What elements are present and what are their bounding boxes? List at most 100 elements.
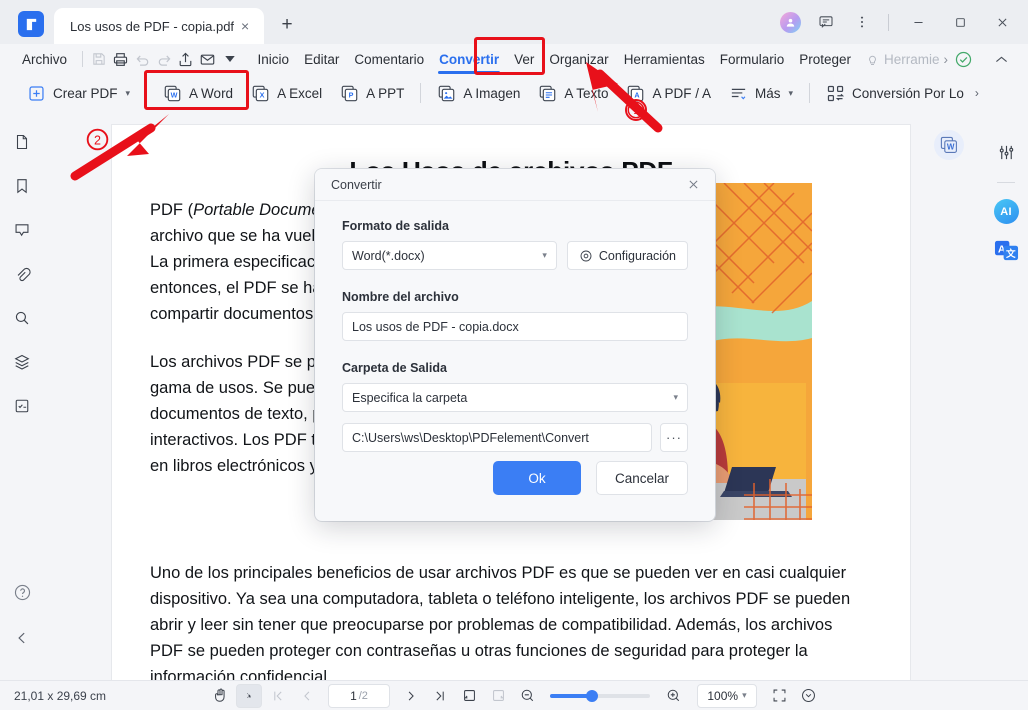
maximize-button[interactable] [940,5,980,39]
redo-icon[interactable] [153,47,175,71]
ribbon-label: A Excel [277,85,323,101]
help-circle-icon[interactable] [7,578,37,606]
close-icon[interactable] [681,173,705,197]
zoom-out-button[interactable] [514,684,540,708]
next-page-button[interactable] [398,684,424,708]
menu-item-tools-hint[interactable]: Herramie › [865,52,948,67]
output-format-value: Word(*.docx) [352,248,425,263]
output-path-input[interactable]: C:\Users\ws\Desktop\PDFelement\Convert [342,423,652,452]
prev-page-button[interactable] [294,684,320,708]
menu-item-organizar[interactable]: Organizar [542,49,615,70]
menu-item-editar[interactable]: Editar [297,49,346,70]
ok-button[interactable]: Ok [493,461,581,495]
ribbon-label: Más [755,85,781,101]
undo-icon[interactable] [131,47,153,71]
filename-label: Nombre del archivo [342,290,459,304]
facing-page-view-icon[interactable] [485,684,511,708]
window-close-button[interactable] [982,5,1022,39]
image-file-icon [437,84,456,103]
page-thumbnail-icon[interactable] [7,128,37,156]
menu-item-convertir[interactable]: Convertir [432,49,506,74]
menu-item-herramientas[interactable]: Herramientas [617,49,712,70]
zoom-slider[interactable] [550,689,650,702]
dialog-actions: Ok Cancelar [493,461,688,495]
ribbon-label: A Texto [564,85,609,101]
chevron-down-icon[interactable]: ▾ [126,88,131,99]
email-icon[interactable] [197,47,219,71]
menu-bar: Archivo Inicio Editar Comentario Convert… [0,44,1028,74]
more-options-icon[interactable] [845,5,879,39]
ribbon-crear-pdf[interactable]: Crear PDF ▾ [18,80,139,107]
ribbon-conversion-por-lotes[interactable]: Conversión Por Lo [817,80,973,107]
save-icon[interactable] [88,47,110,71]
menu-item-ver[interactable]: Ver [507,49,541,70]
print-icon[interactable] [110,47,132,71]
divider [82,51,83,67]
page-number-input[interactable]: 1 /2 [328,683,390,708]
ribbon-label: A Imagen [463,85,521,101]
hand-tool-icon[interactable] [207,684,233,708]
attachment-icon[interactable] [7,260,37,288]
document-tab[interactable]: Los usos de PDF - copia.pdf × [54,8,265,44]
ribbon-a-word[interactable]: W A Word [154,80,242,107]
menu-item-formulario[interactable]: Formulario [713,49,792,70]
form-field-icon[interactable] [7,392,37,420]
new-tab-button[interactable]: + [272,10,302,40]
bookmark-icon[interactable] [7,172,37,200]
menu-items: Inicio Editar Comentario Convertir Ver O… [251,49,948,74]
divider [997,182,1015,183]
fullscreen-icon[interactable] [766,684,792,708]
ai-assistant-icon[interactable]: AI [993,199,1019,224]
settings-button[interactable]: Configuración [566,241,688,270]
comment-icon[interactable] [7,216,37,244]
chevron-down-icon[interactable]: ▾ [789,88,794,99]
single-page-view-icon[interactable] [456,684,482,708]
layers-icon[interactable] [7,348,37,376]
last-page-button[interactable] [427,684,453,708]
collapse-ribbon-icon[interactable] [986,47,1016,71]
cancel-button[interactable]: Cancelar [596,461,688,495]
minimize-button[interactable] [898,5,938,39]
share-icon[interactable] [175,47,197,71]
word-watermark-icon: W [934,130,964,160]
chevron-down-icon: ▾ [542,250,547,260]
ribbon-a-texto[interactable]: A Texto [529,80,617,107]
zoom-slider-handle[interactable] [586,689,598,702]
chevron-down-icon: ▾ [742,690,747,700]
menu-item-comentario[interactable]: Comentario [347,49,431,70]
feedback-icon[interactable] [809,5,843,39]
zoom-level-select[interactable]: 100% ▾ [697,683,757,708]
ribbon-a-excel[interactable]: X A Excel [242,80,331,107]
ribbon-overflow-icon[interactable]: › [975,86,979,100]
divider [888,13,889,31]
chevron-down-circle-icon[interactable] [795,684,821,708]
zoom-in-button[interactable] [660,684,686,708]
sliders-icon[interactable] [991,138,1021,166]
search-icon[interactable] [7,304,37,332]
menu-item-inicio[interactable]: Inicio [251,49,297,70]
browse-folder-button[interactable]: ··· [660,423,688,452]
first-page-button[interactable] [265,684,291,708]
ribbon-mas[interactable]: Más ▾ [720,80,802,107]
chevron-left-icon[interactable] [7,624,37,652]
filename-input[interactable]: Los usos de PDF - copia.docx [342,312,688,341]
output-format-select[interactable]: Word(*.docx) ▾ [342,241,557,270]
convert-dialog: Convertir Formato de salida Word(*.docx)… [315,169,715,521]
ribbon-a-ppt[interactable]: P A PPT [331,80,413,107]
menu-archivo[interactable]: Archivo [12,52,77,67]
translate-icon[interactable]: A 文 [994,238,1019,263]
status-bar-controls: 1 /2 100% ▾ [207,683,821,708]
page-total: /2 [358,689,368,702]
titlebar-actions [773,0,1028,44]
check-circle-icon[interactable] [948,47,978,71]
close-icon[interactable]: × [234,15,256,37]
quick-access-dropdown-icon[interactable] [219,47,241,71]
menu-item-proteger[interactable]: Proteger [792,49,858,70]
settings-button-label: Configuración [598,248,676,263]
ribbon-a-pdfa[interactable]: A A PDF / A [617,80,720,107]
account-avatar[interactable] [773,5,807,39]
ribbon-a-imagen[interactable]: A Imagen [428,80,529,107]
output-folder-select[interactable]: Especifica la carpeta ▾ [342,383,688,412]
more-lines-icon [729,84,748,103]
select-tool-icon[interactable] [236,683,262,708]
